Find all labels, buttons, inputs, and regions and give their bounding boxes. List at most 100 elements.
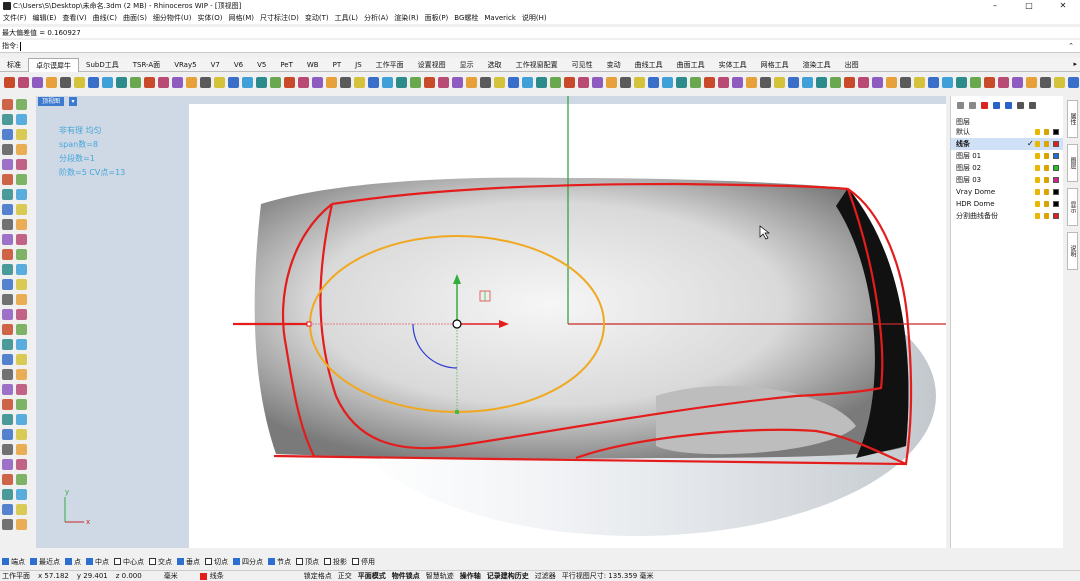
left-tool-icon[interactable] (16, 144, 27, 155)
toolbar-tool-icon[interactable] (634, 77, 645, 88)
toolbar-tool-icon[interactable] (788, 77, 799, 88)
toolbar-tool-icon[interactable] (830, 77, 841, 88)
top-viewport[interactable]: y x 顶视图 ▾ 非有理 均匀 span数=8 分段数=1 阶数=5 CV点=13 (36, 96, 946, 548)
left-tool-icon[interactable] (16, 474, 27, 485)
left-tool-icon[interactable] (2, 129, 13, 140)
osnap-checkbox[interactable] (114, 558, 121, 565)
left-tool-icon[interactable] (2, 429, 13, 440)
toolbar-tool-icon[interactable] (326, 77, 337, 88)
delete-layer-icon[interactable] (981, 102, 988, 109)
left-tool-icon[interactable] (16, 204, 27, 215)
osnap-checkbox[interactable] (177, 558, 184, 565)
layer-visible-icon[interactable] (1035, 141, 1040, 147)
tab-24[interactable]: 出图 (838, 58, 866, 72)
command-input[interactable] (20, 41, 22, 51)
toolbar-tool-icon[interactable] (802, 77, 813, 88)
layer-lock-icon[interactable] (1044, 189, 1049, 195)
left-tool-icon[interactable] (2, 144, 13, 155)
layer-lock-icon[interactable] (1044, 201, 1049, 207)
toolbar-tool-icon[interactable] (998, 77, 1009, 88)
menu-item[interactable]: 查看(V) (62, 13, 86, 23)
osnap-checkbox[interactable] (205, 558, 212, 565)
left-tool-icon[interactable] (2, 249, 13, 260)
left-tool-icon[interactable] (2, 414, 13, 425)
toolbar-tool-icon[interactable] (354, 77, 365, 88)
layer-color-swatch[interactable] (1053, 165, 1059, 171)
menu-item[interactable]: 尺寸标注(D) (260, 13, 299, 23)
menu-item[interactable]: 变动(T) (305, 13, 329, 23)
left-tool-icon[interactable] (2, 354, 13, 365)
toolbar-tool-icon[interactable] (382, 77, 393, 88)
toolbar-tool-icon[interactable] (158, 77, 169, 88)
toolbar-tool-icon[interactable] (592, 77, 603, 88)
viewport-canvas[interactable]: y x (36, 96, 946, 548)
toolbar-tool-icon[interactable] (1026, 77, 1037, 88)
left-tool-icon[interactable] (2, 504, 13, 515)
toolbar-tool-icon[interactable] (1012, 77, 1023, 88)
toolbar-tool-icon[interactable] (172, 77, 183, 88)
menu-item[interactable]: 编辑(E) (33, 13, 57, 23)
left-tool-icon[interactable] (16, 99, 27, 110)
toolbar-tool-icon[interactable] (550, 77, 561, 88)
toolbar-tool-icon[interactable] (704, 77, 715, 88)
menu-item[interactable]: 渲染(R) (394, 13, 418, 23)
layer-lock-icon[interactable] (1044, 177, 1049, 183)
toolbar-tool-icon[interactable] (214, 77, 225, 88)
layer-visible-icon[interactable] (1035, 189, 1040, 195)
left-tool-icon[interactable] (16, 384, 27, 395)
layer-lock-icon[interactable] (1044, 153, 1049, 159)
toolbar-tool-icon[interactable] (942, 77, 953, 88)
left-tool-icon[interactable] (2, 279, 13, 290)
toolbar-tool-icon[interactable] (522, 77, 533, 88)
toolbar-tool-icon[interactable] (578, 77, 589, 88)
tab-6[interactable]: V6 (227, 58, 250, 72)
layer-color-swatch[interactable] (1053, 201, 1059, 207)
osnap-checkbox[interactable] (233, 558, 240, 565)
layer-row[interactable]: 图层 01 (951, 150, 1063, 162)
toolbar-tool-icon[interactable] (914, 77, 925, 88)
left-tool-icon[interactable] (16, 129, 27, 140)
left-tool-icon[interactable] (2, 489, 13, 500)
status-toggle-1[interactable]: 正交 (338, 571, 352, 581)
menu-item[interactable]: 网格(M) (229, 13, 255, 23)
osnap-checkbox[interactable] (86, 558, 93, 565)
left-tool-icon[interactable] (2, 234, 13, 245)
osnap-0[interactable]: 端点 (2, 557, 25, 567)
tab-2[interactable]: SubD工具 (79, 58, 126, 72)
toolbar-tool-icon[interactable] (1040, 77, 1051, 88)
layer-color-swatch[interactable] (1053, 213, 1059, 219)
left-tool-icon[interactable] (16, 249, 27, 260)
tab-8[interactable]: PeT (273, 58, 300, 72)
layer-color-swatch[interactable] (1053, 177, 1059, 183)
toolbar-tool-icon[interactable] (844, 77, 855, 88)
left-tool-icon[interactable] (2, 324, 13, 335)
toolbar-tool-icon[interactable] (676, 77, 687, 88)
side-tab-3[interactable]: 说明 (1067, 232, 1078, 270)
toolbar-tool-icon[interactable] (536, 77, 547, 88)
left-tool-icon[interactable] (16, 339, 27, 350)
tab-21[interactable]: 实体工具 (712, 58, 754, 72)
left-tool-icon[interactable] (2, 264, 13, 275)
toolbar-tool-icon[interactable] (1054, 77, 1065, 88)
left-tool-icon[interactable] (2, 114, 13, 125)
toolbar-tool-icon[interactable] (46, 77, 57, 88)
toolbar-tool-icon[interactable] (466, 77, 477, 88)
cplane-label[interactable]: 工作平面 (0, 571, 30, 581)
toolbar-tool-icon[interactable] (648, 77, 659, 88)
osnap-1[interactable]: 最近点 (30, 557, 60, 567)
close-button[interactable]: ✕ (1046, 0, 1080, 12)
maximize-button[interactable]: □ (1012, 0, 1046, 12)
layer-lock-icon[interactable] (1044, 213, 1049, 219)
left-tool-icon[interactable] (2, 189, 13, 200)
toolbar-tool-icon[interactable] (340, 77, 351, 88)
tab-1[interactable]: 卓尔谟犀牛 (28, 57, 79, 72)
tools-icon[interactable] (1029, 102, 1036, 109)
toolbar-tool-icon[interactable] (284, 77, 295, 88)
toolbar-tool-icon[interactable] (480, 77, 491, 88)
left-tool-icon[interactable] (2, 369, 13, 380)
toolbar-tool-icon[interactable] (732, 77, 743, 88)
tab-5[interactable]: V7 (204, 58, 227, 72)
toolbar-tool-icon[interactable] (228, 77, 239, 88)
toolbar-tool-icon[interactable] (606, 77, 617, 88)
tab-3[interactable]: TSR-A面 (126, 58, 167, 72)
